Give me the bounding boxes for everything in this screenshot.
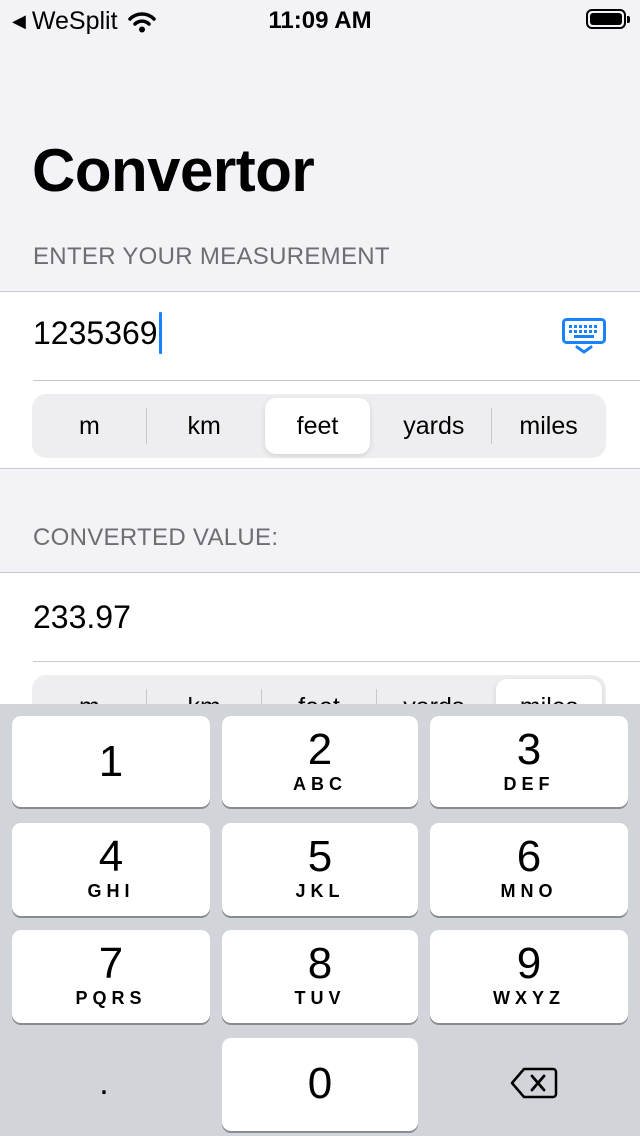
key-digit: 8 (307, 939, 333, 988)
key-letters: JKL (295, 881, 345, 901)
measurement-value: 1235369 (33, 314, 158, 351)
input-unit-km[interactable]: km (147, 394, 262, 458)
key-5[interactable]: 5 JKL (222, 823, 418, 916)
key-letters: WXYZ (493, 988, 565, 1008)
input-unit-yards[interactable]: yards (376, 394, 491, 458)
key-decimal[interactable]: . (12, 1066, 196, 1100)
row-divider (33, 380, 640, 381)
key-digit: 3 (516, 725, 542, 774)
measurement-section-header: ENTER YOUR MEASUREMENT (33, 243, 390, 270)
key-digit: 1 (98, 737, 124, 786)
page-title: Convertor (32, 137, 315, 204)
delete-backspace-icon[interactable] (510, 1066, 558, 1100)
key-letters: DEF (503, 774, 555, 794)
battery-icon (586, 9, 630, 29)
input-unit-picker[interactable]: m km feet yards miles (32, 394, 606, 458)
key-2[interactable]: 2 ABC (222, 716, 418, 807)
key-digit: 7 (98, 939, 124, 988)
input-unit-m[interactable]: m (32, 394, 147, 458)
key-digit: 4 (98, 832, 124, 881)
text-cursor (158, 312, 162, 354)
input-unit-miles[interactable]: miles (491, 394, 606, 458)
key-letters: MNO (500, 881, 558, 901)
converted-section-header: CONVERTED VALUE: (33, 524, 279, 551)
key-letters: ABC (293, 774, 347, 794)
input-unit-feet[interactable]: feet (265, 398, 370, 454)
key-digit: 9 (516, 939, 542, 988)
key-9[interactable]: 9 WXYZ (430, 930, 628, 1023)
keyboard-dismiss-icon[interactable] (562, 318, 606, 354)
converted-value: 233.97 (33, 599, 131, 635)
key-digit: 6 (516, 832, 542, 881)
key-7[interactable]: 7 PQRS (12, 930, 210, 1023)
measurement-group: 1235369 m km feet yards miles (0, 291, 640, 469)
key-3[interactable]: 3 DEF (430, 716, 628, 807)
key-0[interactable]: 0 (222, 1038, 418, 1131)
status-bar: ◀ WeSplit 11:09 AM (0, 0, 640, 40)
key-digit: 0 (307, 1059, 333, 1108)
row-divider (33, 661, 640, 662)
key-4[interactable]: 4 GHI (12, 823, 210, 916)
key-letters: PQRS (75, 988, 147, 1008)
key-digit: 5 (307, 832, 333, 881)
measurement-input[interactable]: 1235369 (33, 312, 162, 354)
key-letters: TUV (294, 988, 346, 1008)
status-time: 11:09 AM (268, 7, 372, 34)
key-6[interactable]: 6 MNO (430, 823, 628, 916)
key-8[interactable]: 8 TUV (222, 930, 418, 1023)
key-digit: 2 (307, 725, 333, 774)
key-1[interactable]: 1 (12, 716, 210, 807)
key-letters: GHI (87, 881, 135, 901)
number-pad: 1 2 ABC 3 DEF 4 GHI 5 JKL 6 MNO 7 PQRS 8… (0, 704, 640, 1136)
